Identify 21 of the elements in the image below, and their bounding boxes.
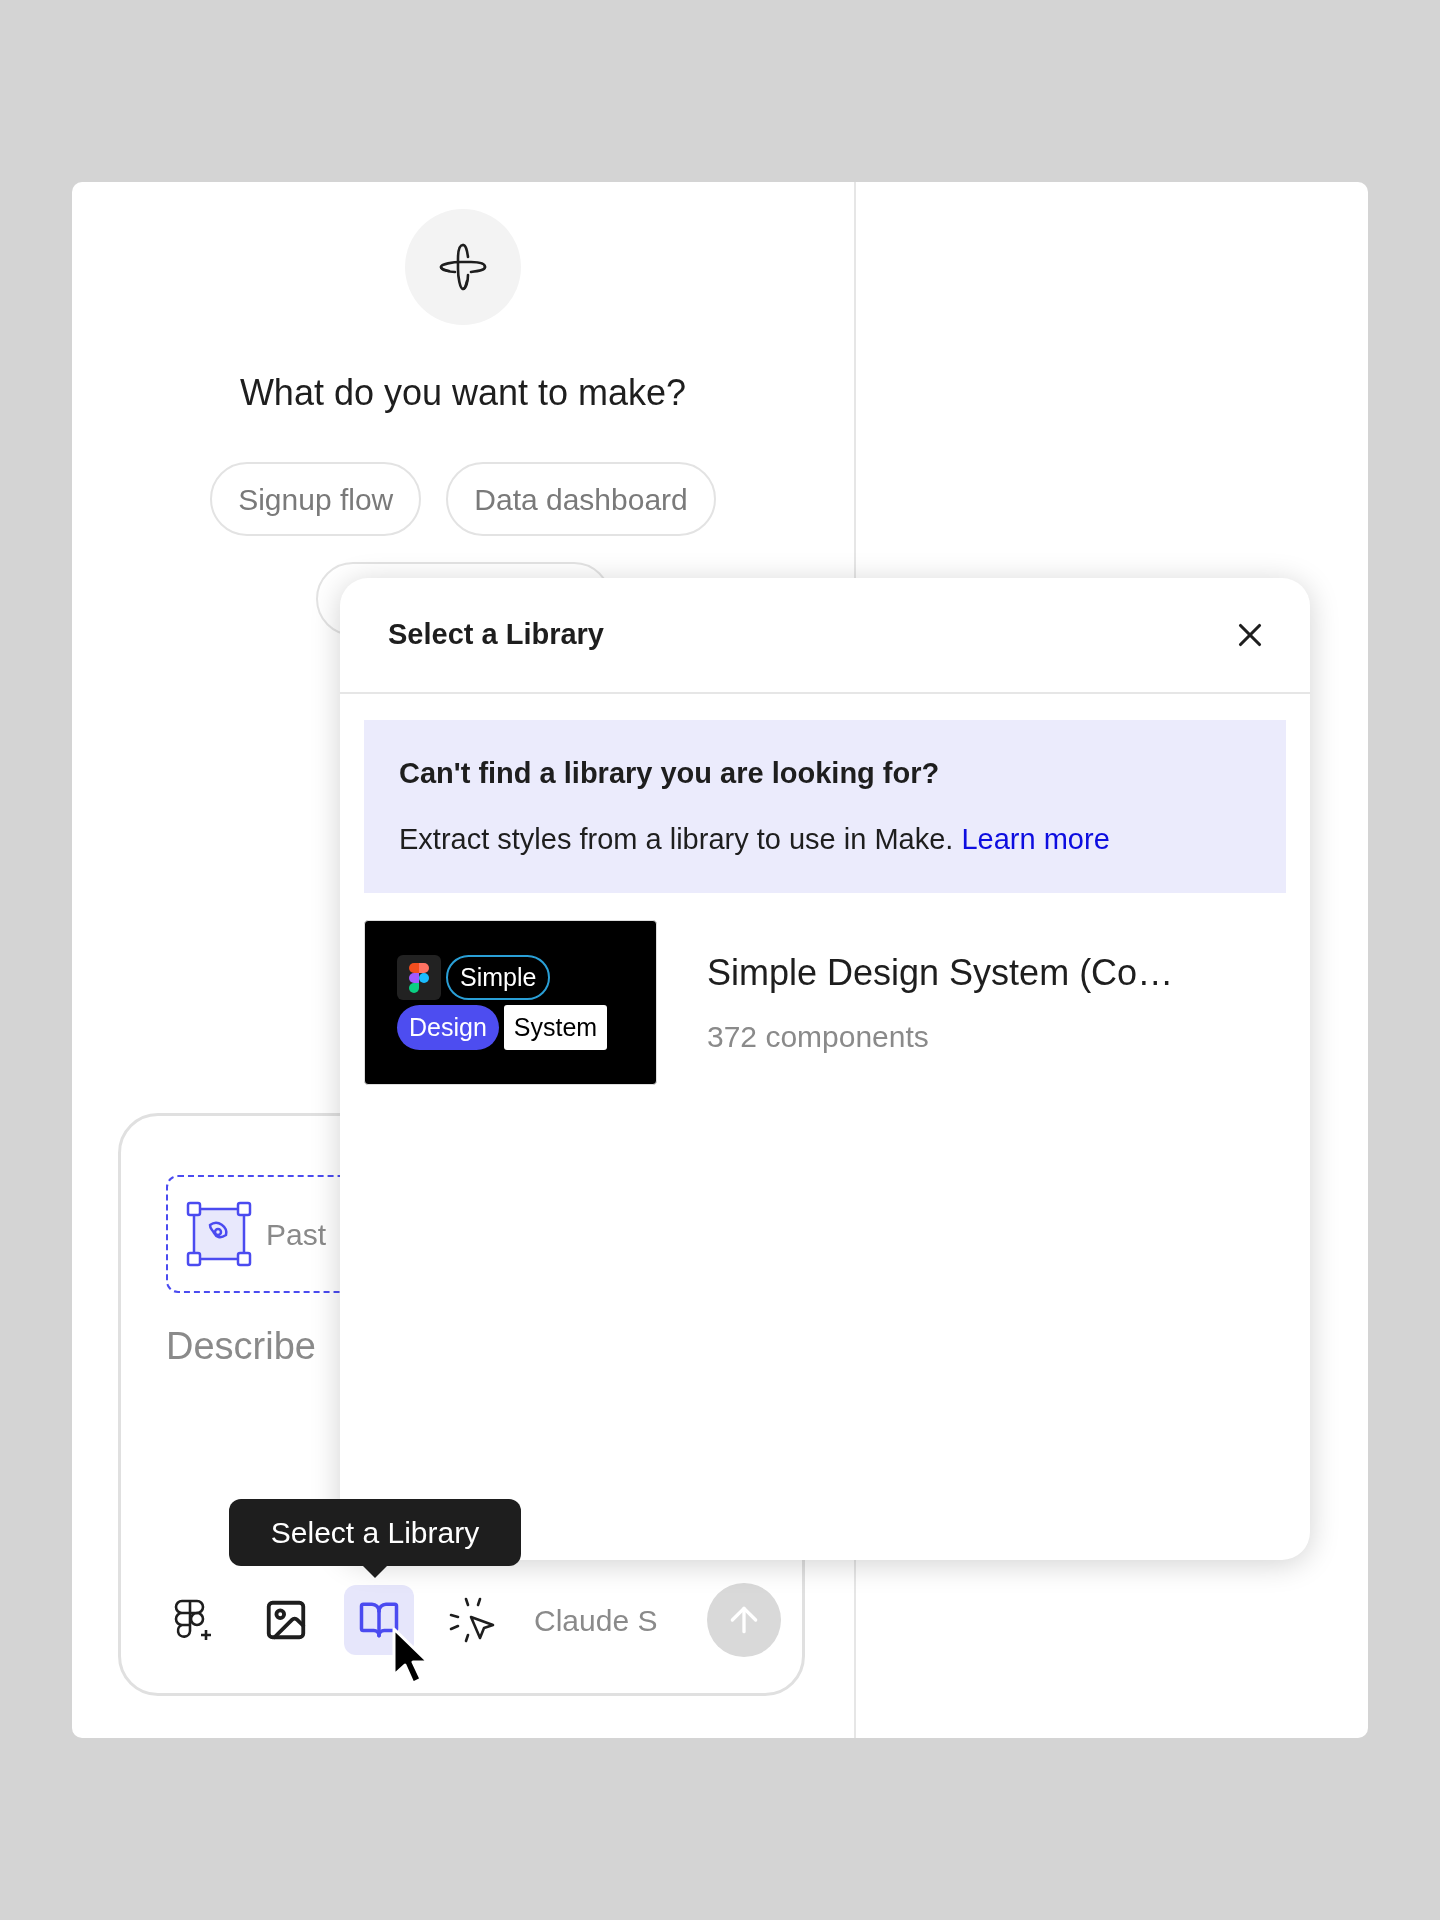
thumbnail-text: Simple (446, 955, 551, 1000)
suggestion-chip[interactable]: Signup flow (210, 462, 422, 536)
prompt-field[interactable]: Describe (166, 1323, 366, 1383)
suggestion-chip[interactable]: Data dashboard (446, 462, 716, 536)
notice-text: Extract styles from a library to use in Make. Learn more (399, 821, 1111, 857)
prompt-heading: What do you want to make? (239, 371, 687, 415)
dialog-title: Select a Library (388, 617, 604, 653)
frame-pen-icon (186, 1201, 252, 1267)
figma-plus-icon (172, 1598, 214, 1642)
tooltip-text: Select a Library (270, 1515, 480, 1551)
model-selector[interactable]: Claude S (534, 1597, 684, 1643)
component-count: 372 components (707, 1019, 930, 1055)
figma-logo-icon (397, 955, 441, 1000)
library-item[interactable]: Simple Design System Simple Design System (Co… 372 components (364, 920, 1286, 1085)
thumbnail-text: Design (397, 1005, 499, 1050)
learn-more-link[interactable]: Learn more (961, 822, 1110, 855)
pointer-sparkle-icon (447, 1595, 497, 1645)
notice-title: Can't find a library you are looking for? (399, 756, 941, 791)
thumbnail-text: System (503, 1005, 608, 1050)
library-name: Simple Design System (Co… (707, 951, 1174, 995)
paste-hint: Past (266, 1216, 327, 1253)
